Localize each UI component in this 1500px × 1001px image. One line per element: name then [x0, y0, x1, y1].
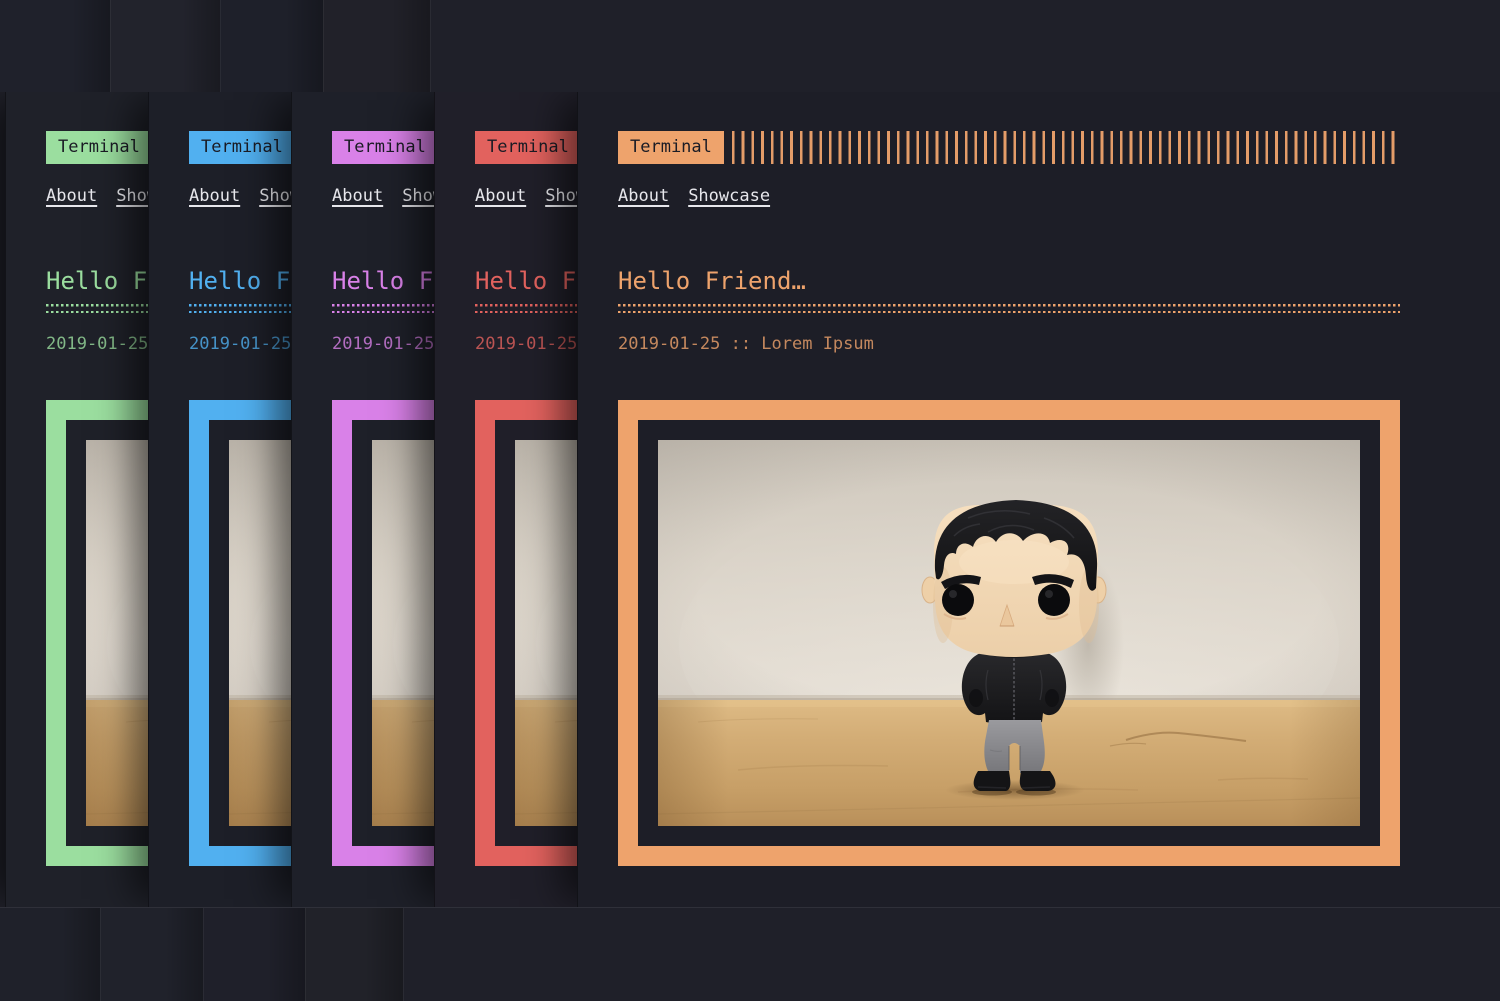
top-band	[0, 0, 1500, 93]
band-seam-shadow	[62, 908, 100, 1001]
site-header: Terminal	[618, 131, 1400, 164]
band-segment	[403, 908, 1500, 1001]
funko-figure-photo	[658, 440, 1360, 826]
post-title[interactable]: Hello Friend…	[618, 269, 1400, 293]
panels-row: Terminal About Showcase Hello Friend… 20…	[0, 92, 1500, 907]
site-nav: About Showcase	[618, 186, 1400, 206]
nav-link-about[interactable]: About	[475, 186, 526, 206]
terminal-logo-badge[interactable]: Terminal	[475, 131, 581, 164]
bottom-band	[0, 907, 1500, 1001]
band-seam-shadow	[285, 0, 323, 92]
header-stripes-decoration	[732, 131, 1400, 164]
band-seam-line	[110, 0, 111, 92]
band-segment	[430, 0, 1500, 92]
band-seam-line	[100, 908, 101, 1001]
title-dotted-divider	[618, 304, 1400, 313]
band-seam-shadow	[392, 0, 430, 92]
band-seam-line	[220, 0, 221, 92]
band-seam-shadow	[165, 908, 203, 1001]
post-meta: 2019-01-25 :: Lorem Ipsum	[618, 336, 1400, 353]
theme-gallery-montage: Terminal About Showcase Hello Friend… 20…	[0, 0, 1500, 1000]
terminal-logo-badge[interactable]: Terminal	[46, 131, 152, 164]
theme-panel-orange: Terminal About Showcase Hello Friend… 20…	[577, 92, 1500, 907]
panel-content: Terminal About Showcase Hello Friend… 20…	[618, 131, 1400, 866]
nav-link-about[interactable]: About	[189, 186, 240, 206]
nav-link-about[interactable]: About	[332, 186, 383, 206]
terminal-logo-badge[interactable]: Terminal	[189, 131, 295, 164]
band-seam-line	[323, 0, 324, 92]
band-seam-line	[305, 908, 306, 1001]
post-image-frame	[618, 400, 1400, 866]
band-seam-shadow	[72, 0, 110, 92]
band-seam-line	[203, 908, 204, 1001]
band-seam-shadow	[267, 908, 305, 1001]
band-seam-line	[403, 908, 404, 1001]
nav-link-about[interactable]: About	[46, 186, 97, 206]
nav-link-about[interactable]: About	[618, 186, 669, 206]
band-seam-shadow	[365, 908, 403, 1001]
band-seam-line	[430, 0, 431, 92]
terminal-logo-badge[interactable]: Terminal	[332, 131, 438, 164]
nav-link-showcase[interactable]: Showcase	[688, 186, 770, 206]
terminal-logo-badge[interactable]: Terminal	[618, 131, 724, 164]
band-seam-shadow	[182, 0, 220, 92]
